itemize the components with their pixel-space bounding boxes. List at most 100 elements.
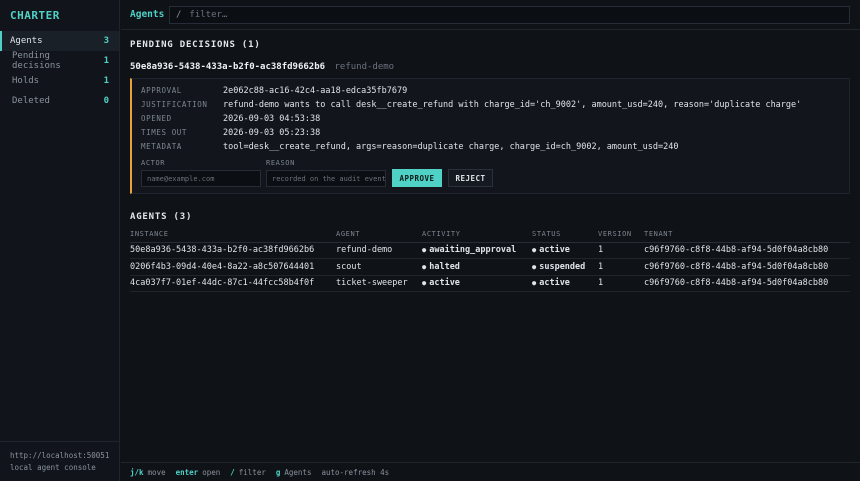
hint-move: j/k move: [130, 468, 166, 477]
hint-label: move: [147, 467, 166, 477]
tenant-cell: c96f9760-c8f8-44b8-af94-5d0f04a8cb80: [644, 258, 850, 276]
sidebar-item-label: Holds: [12, 76, 40, 86]
instance-cell: 0206f4b3-09d4-40e4-8a22-a8c507644401: [130, 258, 336, 276]
activity-text: halted: [429, 261, 460, 272]
justification-key: JUSTIFICATION: [141, 100, 208, 109]
sidebar-item-label: Agents: [10, 36, 43, 46]
column-header-instance[interactable]: INSTANCE: [130, 227, 336, 243]
reason-input[interactable]: [266, 170, 386, 187]
sidebar-nav: Agents 3 Pending decisions 1 Holds 1 Del…: [0, 31, 119, 111]
approve-button[interactable]: APPROVE: [392, 169, 442, 187]
status-cell: ● suspended: [532, 258, 598, 276]
server-url: http://localhost:50051: [10, 451, 110, 460]
table-row[interactable]: 4ca037f7-01ef-44dc-87c1-44fcc58b4f0f tic…: [130, 275, 850, 292]
sidebar-item-label: Deleted: [12, 96, 50, 106]
opened-value: 2026-09-03 04:53:38: [223, 114, 321, 124]
hint-label: open: [202, 467, 221, 477]
reject-button[interactable]: REJECT: [448, 169, 493, 187]
filter-prefix: /: [176, 10, 182, 20]
activity-cell: ● halted: [422, 258, 532, 276]
opened-key: OPENED: [141, 114, 172, 123]
actor-input[interactable]: [141, 170, 261, 187]
page-title: Agents: [130, 9, 165, 20]
sidebar-item-label: Pending decisions: [12, 51, 61, 71]
status-text: active: [539, 245, 570, 256]
filter-box[interactable]: /: [169, 6, 850, 24]
app-brand: CHARTER: [10, 9, 60, 22]
approval-row: APPROVAL 2e062c88-ac16-42c4-aa18-edca35f…: [141, 86, 407, 96]
decision-agent: refund-demo: [334, 62, 395, 72]
server-caption: local agent console: [10, 463, 96, 472]
status-text: suspended: [539, 261, 586, 272]
hint-agents: g Agents: [276, 468, 312, 477]
justification-row: JUSTIFICATION refund-demo wants to call …: [141, 100, 801, 110]
status-dot-icon: ●: [422, 246, 427, 255]
instance-cell: 4ca037f7-01ef-44dc-87c1-44fcc58b4f0f: [130, 275, 336, 292]
pending-decisions-title: PENDING DECISIONS (1): [130, 40, 261, 50]
sidebar-item-agents[interactable]: Agents 3: [0, 31, 119, 51]
metadata-row: METADATA tool=desk__create_refund, args=…: [141, 142, 678, 152]
version-cell: 1: [598, 242, 644, 259]
times-out-key: TIMES OUT: [141, 128, 188, 137]
column-header-tenant[interactable]: TENANT: [644, 227, 850, 243]
approval-value: 2e062c88-ac16-42c4-aa18-edca35fb7679: [223, 86, 408, 96]
status-dot-icon: ●: [532, 262, 537, 271]
auto-refresh-status: auto-refresh 4s: [321, 467, 390, 477]
tenant-cell: c96f9760-c8f8-44b8-af94-5d0f04a8cb80: [644, 275, 850, 292]
top-bar: Agents /: [121, 0, 860, 30]
times-out-row: TIMES OUT 2026-09-03 05:23:38: [141, 128, 320, 138]
column-header-agent[interactable]: AGENT: [336, 227, 422, 243]
agent-cell: refund-demo: [336, 242, 422, 259]
sidebar-item-count: 1: [103, 56, 109, 66]
status-bar: j/k move enter open / filter g Agents auto-r…: [121, 462, 860, 481]
hint-open: enter open: [176, 468, 221, 477]
status-dot-icon: ●: [532, 246, 537, 255]
version-cell: 1: [598, 275, 644, 292]
tenant-cell: c96f9760-c8f8-44b8-af94-5d0f04a8cb80: [644, 242, 850, 259]
table-header-row: INSTANCE AGENT ACTIVITY STATUS VERSION T…: [130, 227, 850, 243]
table-row[interactable]: 50e8a936-5438-433a-b2f0-ac38fd9662b6 ref…: [130, 242, 850, 259]
column-header-activity[interactable]: ACTIVITY: [422, 227, 532, 243]
hint-key: enter: [175, 467, 199, 477]
status-dot-icon: ●: [532, 279, 537, 288]
instance-cell: 50e8a936-5438-433a-b2f0-ac38fd9662b6: [130, 242, 336, 259]
decision-instance-id: 50e8a936-5438-433a-b2f0-ac38fd9662b6: [130, 62, 326, 72]
sidebar-item-count: 3: [103, 36, 109, 46]
agents-title: AGENTS (3): [130, 212, 193, 222]
activity-cell: ● awaiting_approval: [422, 242, 532, 259]
agent-cell: scout: [336, 258, 422, 276]
sidebar-item-holds[interactable]: Holds 1: [0, 71, 119, 91]
table-row[interactable]: 0206f4b3-09d4-40e4-8a22-a8c507644401 sco…: [130, 258, 850, 276]
sidebar-item-pending-decisions[interactable]: Pending decisions 1: [0, 51, 119, 71]
metadata-value: tool=desk__create_refund, args=reason=du…: [223, 142, 679, 152]
sidebar-item-count: 1: [103, 76, 109, 86]
hint-key: j/k: [130, 467, 144, 477]
metadata-key: METADATA: [141, 142, 182, 151]
justification-value: refund-demo wants to call desk__create_r…: [223, 100, 802, 110]
hint-label: filter: [238, 467, 266, 477]
times-out-value: 2026-09-03 05:23:38: [223, 128, 321, 138]
hint-key: g: [275, 467, 281, 477]
status-cell: ● active: [532, 242, 598, 259]
sidebar-footer: http://localhost:50051 local agent conso…: [0, 441, 119, 481]
hint-label: Agents: [284, 467, 312, 477]
decision-card: APPROVAL 2e062c88-ac16-42c4-aa18-edca35f…: [130, 78, 850, 194]
sidebar-item-count: 0: [103, 96, 109, 106]
actor-label: ACTOR: [141, 159, 166, 167]
activity-cell: ● active: [422, 275, 532, 292]
sidebar: CHARTER Agents 3 Pending decisions 1 Hol…: [0, 0, 120, 481]
filter-input[interactable]: [189, 10, 790, 20]
activity-text: awaiting_approval: [429, 245, 517, 256]
sidebar-item-deleted[interactable]: Deleted 0: [0, 91, 119, 111]
status-dot-icon: ●: [422, 262, 427, 271]
status-text: active: [539, 278, 570, 289]
agent-cell: ticket-sweeper: [336, 275, 422, 292]
reason-label: REASON: [266, 159, 295, 167]
status-cell: ● active: [532, 275, 598, 292]
status-dot-icon: ●: [422, 279, 427, 288]
version-cell: 1: [598, 258, 644, 276]
column-header-version[interactable]: VERSION: [598, 227, 644, 243]
opened-row: OPENED 2026-09-03 04:53:38: [141, 114, 320, 124]
column-header-status[interactable]: STATUS: [532, 227, 598, 243]
hint-key: /: [230, 467, 235, 477]
